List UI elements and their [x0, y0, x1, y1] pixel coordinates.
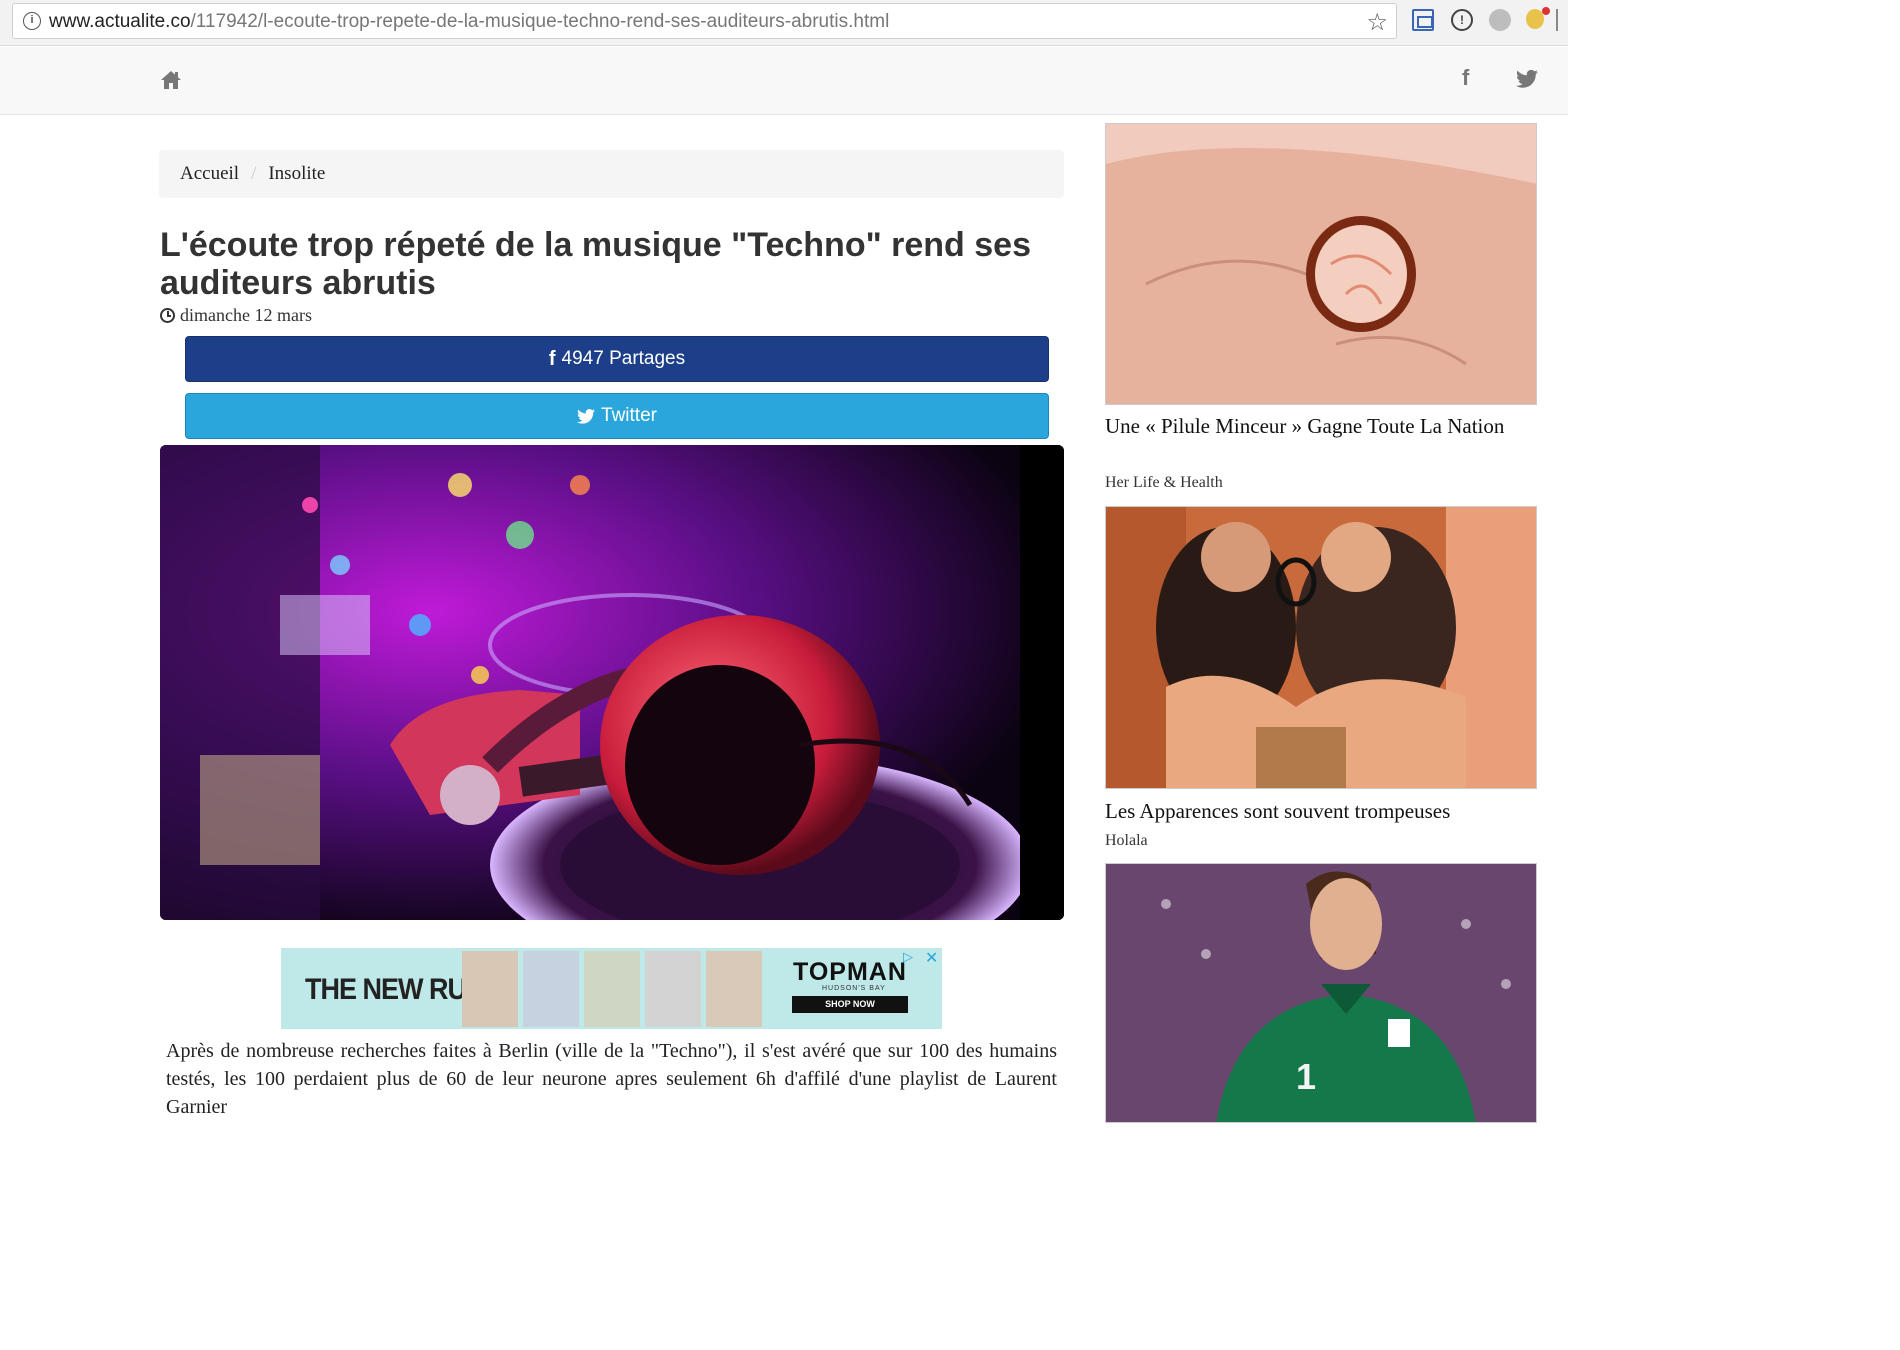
- sidebar-item-2-source: Holala: [1105, 832, 1148, 849]
- sidebar-item-1-image[interactable]: [1105, 123, 1537, 405]
- password-extension-icon[interactable]: !: [1451, 9, 1473, 31]
- screenshot-extension-icon[interactable]: [1412, 9, 1434, 31]
- clock-icon: [160, 308, 175, 323]
- article-date: dimanche 12 mars: [160, 305, 312, 326]
- url-domain: www.actualite.co: [49, 11, 191, 32]
- twitter-share-button[interactable]: Twitter: [185, 393, 1049, 439]
- grey-extension-icon[interactable]: [1489, 9, 1511, 31]
- svg-text:1: 1: [1296, 1056, 1316, 1097]
- address-bar[interactable]: i www.actualite.co/117942/l-ecoute-trop-…: [12, 3, 1397, 39]
- notification-extension-icon[interactable]: [1526, 7, 1550, 29]
- article-date-text: dimanche 12 mars: [180, 305, 312, 325]
- menu-edge-icon[interactable]: [1556, 9, 1570, 31]
- sidebar-item-1-title[interactable]: Une « Pilule Minceur » Gagne Toute La Na…: [1105, 413, 1525, 440]
- ad-model-image: [645, 951, 701, 1027]
- facebook-icon[interactable]: f: [1462, 65, 1469, 91]
- article-hero-image: [160, 445, 1064, 920]
- ad-model-image: [584, 951, 640, 1027]
- site-info-icon[interactable]: i: [23, 12, 41, 30]
- breadcrumb-insolite[interactable]: Insolite: [268, 163, 325, 185]
- ad-sub-brand: HUDSON'S BAY: [822, 985, 886, 992]
- url-path: /117942/l-ecoute-trop-repete-de-la-musiq…: [190, 11, 890, 32]
- breadcrumb-accueil[interactable]: Accueil: [180, 163, 239, 185]
- facebook-share-button[interactable]: f 4947 Partages: [185, 336, 1049, 382]
- facebook-icon: f: [548, 347, 556, 370]
- adchoices-icon[interactable]: ▷: [903, 950, 913, 965]
- sidebar-item-2-title[interactable]: Les Apparences sont souvent trompeuses: [1105, 798, 1525, 825]
- twitter-icon: [577, 408, 596, 424]
- ad-brand: TOPMAN: [793, 958, 907, 986]
- sidebar-item-1-source: Her Life & Health: [1105, 474, 1223, 491]
- browser-toolbar: i www.actualite.co/117942/l-ecoute-trop-…: [0, 0, 1568, 46]
- article-body: Après de nombreuse recherches faites à B…: [166, 1040, 1057, 1118]
- bookmark-star-icon[interactable]: ☆: [1366, 8, 1388, 36]
- site-navbar: f: [0, 47, 1568, 115]
- url-text[interactable]: www.actualite.co/117942/l-ecoute-trop-re…: [49, 11, 889, 33]
- topman-ad-banner[interactable]: THE NEW RULES TOPMAN HUDSON'S BAY SHOP N…: [281, 948, 942, 1029]
- ad-close-icon[interactable]: ✕: [925, 948, 938, 967]
- article-title: L'écoute trop répeté de la musique "Tech…: [160, 226, 1032, 302]
- twitter-icon[interactable]: [1516, 69, 1538, 89]
- twitter-share-label: Twitter: [601, 405, 657, 426]
- sidebar-item-3-image[interactable]: 1: [1105, 863, 1537, 1123]
- ad-shop-now-button[interactable]: SHOP NOW: [792, 996, 908, 1013]
- ad-model-image: [706, 951, 762, 1027]
- breadcrumb-separator: /: [251, 163, 257, 184]
- breadcrumb: Accueil / Insolite: [159, 150, 1064, 198]
- ad-model-image: [462, 951, 518, 1027]
- facebook-share-label: 4947 Partages: [561, 348, 686, 369]
- home-icon[interactable]: [160, 69, 182, 91]
- ad-model-image: [523, 951, 579, 1027]
- sidebar-item-2-image[interactable]: [1105, 506, 1537, 789]
